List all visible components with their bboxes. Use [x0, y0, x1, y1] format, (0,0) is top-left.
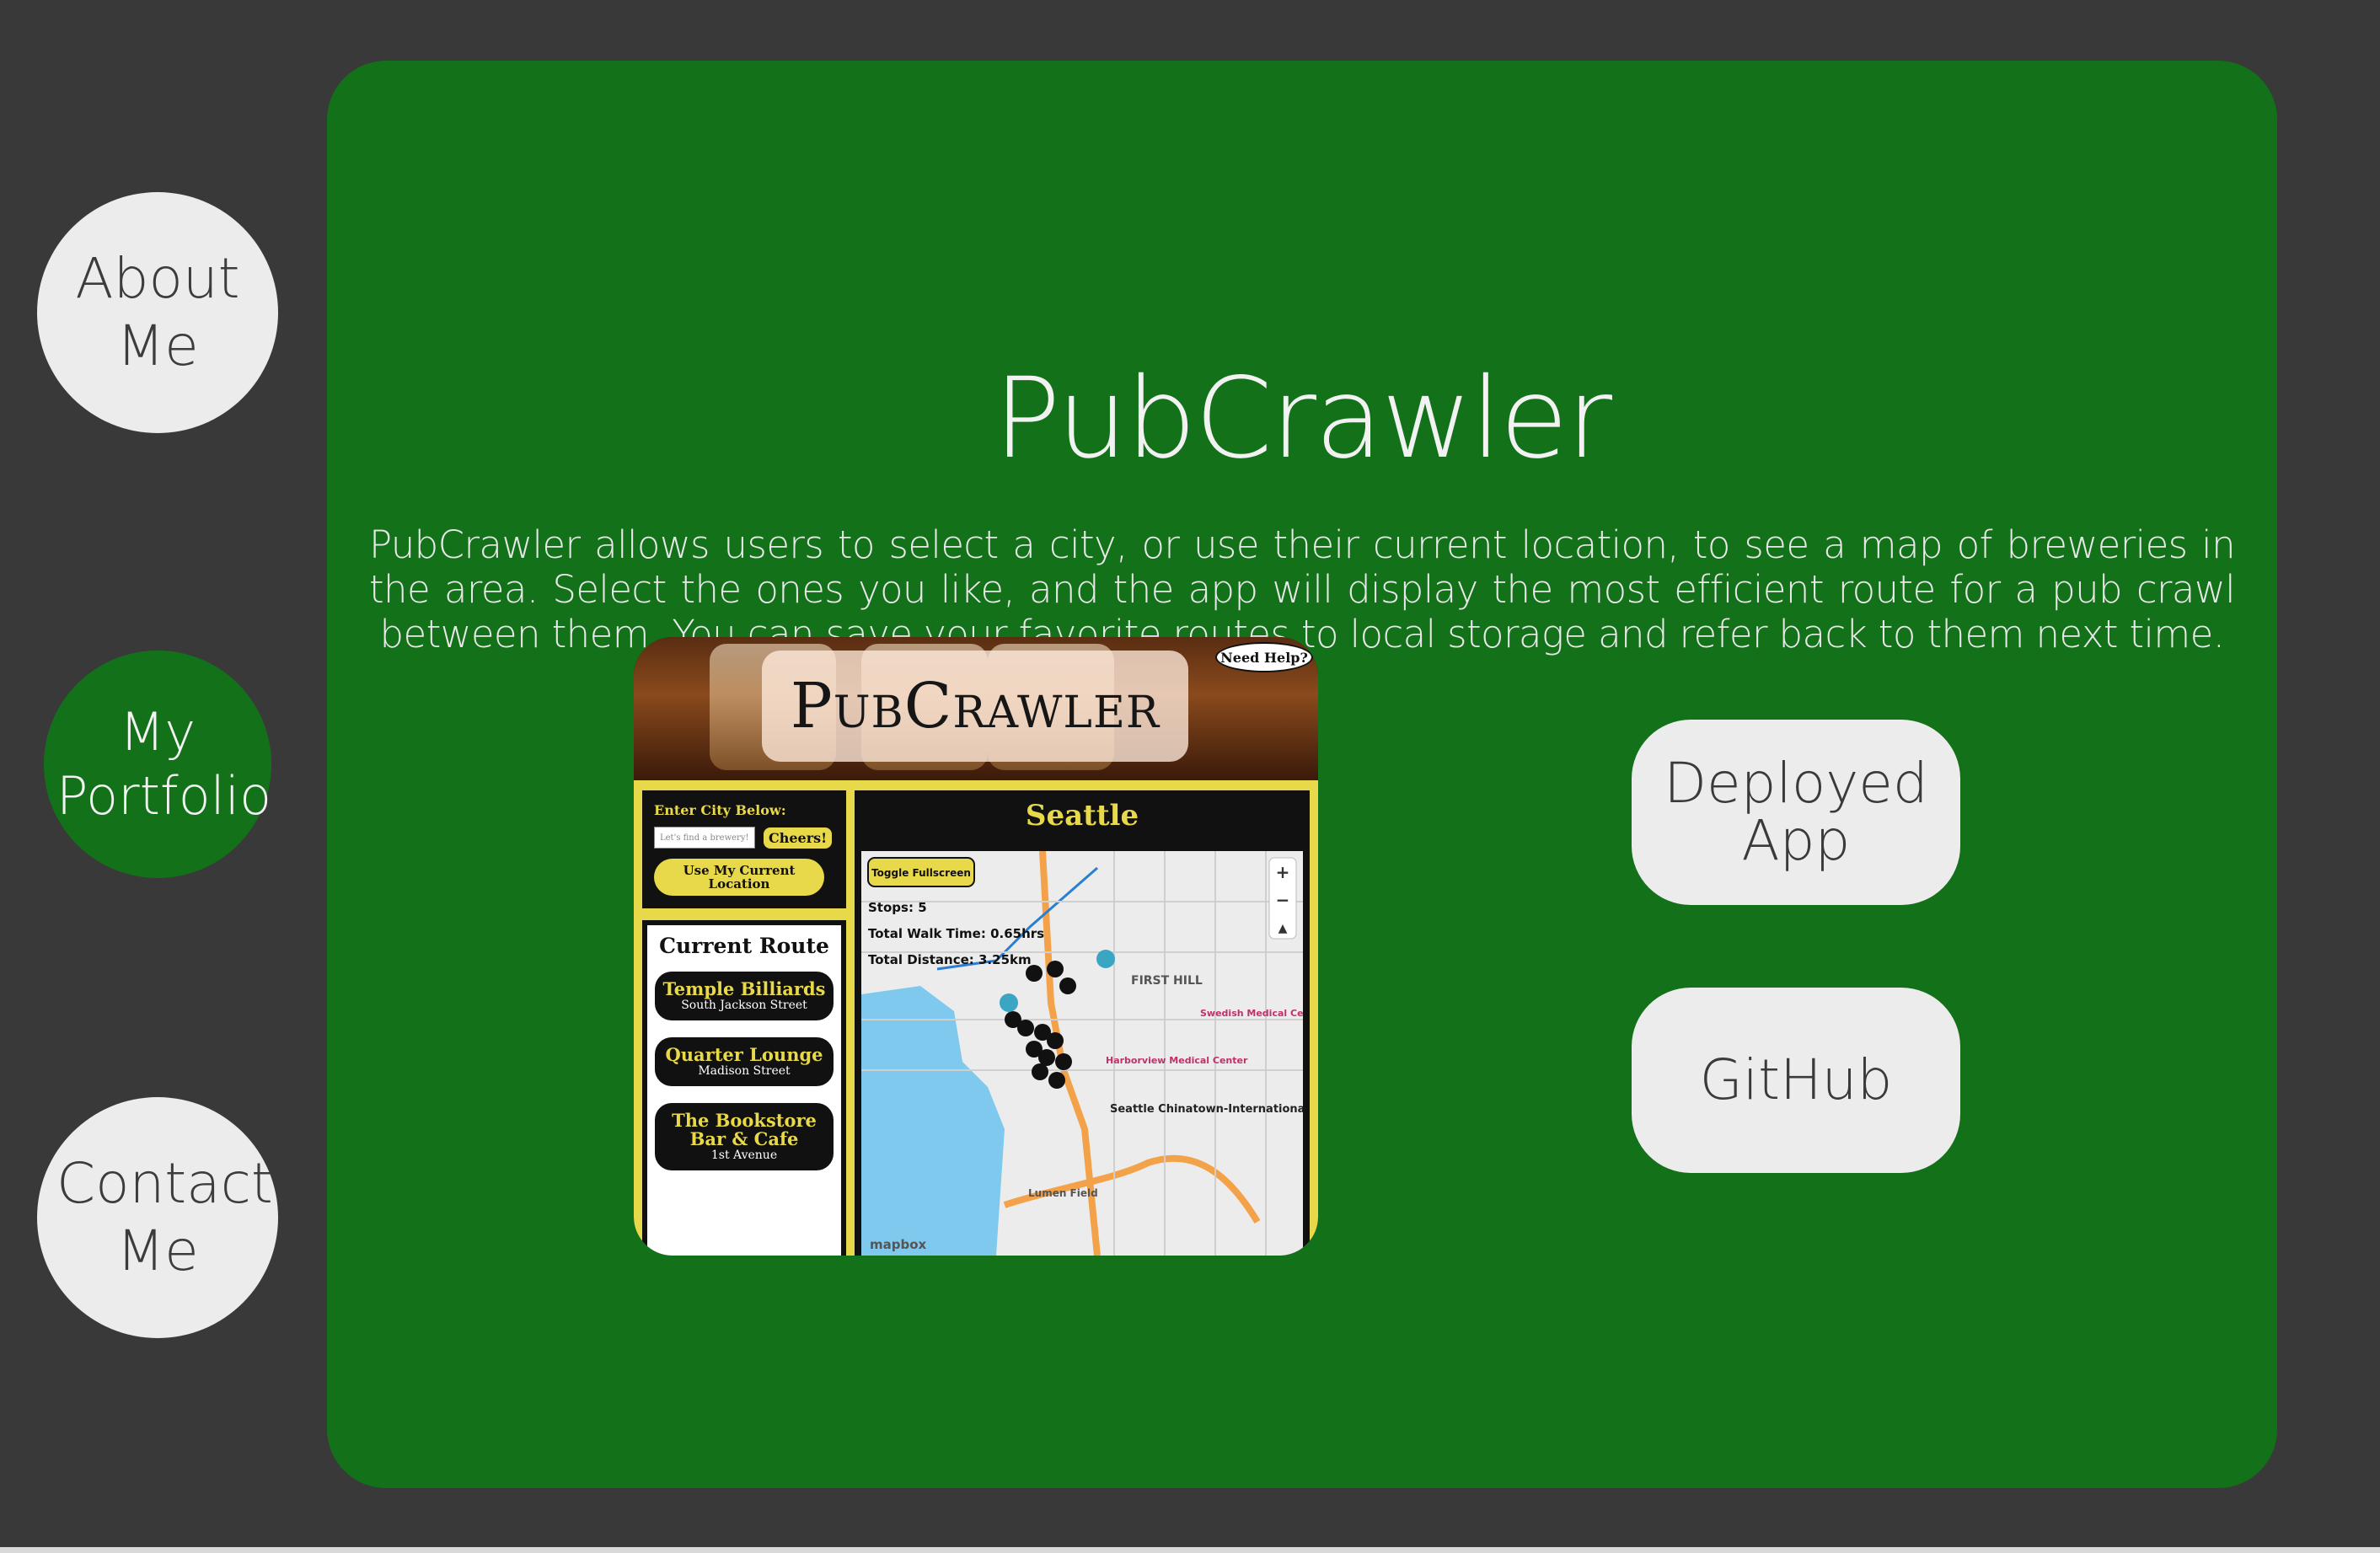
city-input: Let's find a brewery!	[654, 827, 755, 849]
route-item-name: Quarter Lounge	[665, 1044, 823, 1065]
route-item: Temple Billiards South Jackson Street	[655, 972, 834, 1020]
walk-time-label: Total Walk Time:	[868, 926, 986, 941]
map-label-lumen-field: Lumen Field	[1028, 1187, 1098, 1199]
svg-text:Total Walk Time: 0.65hrs: Total Walk Time: 0.65hrs	[868, 926, 1044, 941]
screenshot-header: PubCrawler Need Help?	[634, 637, 1318, 780]
project-screenshot: PubCrawler Need Help? Enter City Below: …	[634, 637, 1318, 1256]
svg-text:Total Distance: 3.25km: Total Distance: 3.25km	[868, 952, 1032, 967]
nav-contact-label: Contact Me	[56, 1150, 273, 1285]
route-item: The Bookstore Bar & Cafe 1st Avenue	[655, 1103, 834, 1170]
route-item: Quarter Lounge Madison Street	[655, 1037, 834, 1086]
map-panel: Seattle Toggle Fullscreen Stops: 5 Total…	[855, 790, 1310, 1256]
nav-contact-line2: Me	[116, 1218, 199, 1283]
map-label-swedish: Swedish Medical Center	[1200, 1008, 1303, 1019]
svg-text:+: +	[1276, 862, 1290, 882]
svg-text:▲: ▲	[1278, 922, 1288, 935]
cheers-button: Cheers!	[764, 827, 833, 849]
route-list: Current Route Temple Billiards South Jac…	[647, 925, 841, 1256]
city-search-row: Let's find a brewery! Cheers!	[654, 827, 834, 849]
nav-portfolio-line2: Portfolio	[56, 765, 272, 827]
screenshot-logo: PubCrawler	[762, 651, 1188, 762]
nav-contact-me[interactable]: Contact Me	[37, 1097, 278, 1338]
distance-label: Total Distance:	[868, 952, 974, 967]
route-item-name: The Bookstore Bar & Cafe	[672, 1110, 817, 1149]
github-label: GitHub	[1699, 1047, 1893, 1112]
deployed-app-line2: App	[1741, 808, 1851, 873]
map-toggle-fullscreen: Toggle Fullscreen	[871, 867, 971, 879]
nav-portfolio-label: My Portfolio	[56, 700, 272, 828]
city-label: Enter City Below:	[654, 802, 786, 818]
nav-about-line2: Me	[116, 313, 199, 378]
need-help-bubble: Need Help?	[1215, 642, 1313, 672]
route-item-address: Madison Street	[698, 1064, 791, 1078]
deployed-app-line1: Deployed	[1664, 751, 1928, 816]
map-label-first-hill: FIRST HILL	[1131, 974, 1203, 988]
map-city-title: Seattle	[1025, 799, 1139, 833]
nav-contact-line1: Contact	[56, 1151, 273, 1216]
mapbox-attribution: mapbox	[870, 1237, 927, 1252]
svg-text:−: −	[1276, 890, 1290, 910]
deployed-app-button[interactable]: Deployed App	[1632, 720, 1960, 905]
current-location-button: Use My Current Location	[654, 859, 824, 896]
route-item-address: 1st Avenue	[710, 1149, 778, 1162]
distance-value: 3.25km	[978, 952, 1032, 967]
bottom-strip	[0, 1547, 2380, 1553]
screenshot-body: Enter City Below: Let's find a brewery! …	[634, 780, 1318, 1256]
walk-time-value: 0.65hrs	[990, 926, 1044, 941]
route-title: Current Route	[659, 934, 829, 958]
city-search-panel: Enter City Below: Let's find a brewery! …	[642, 790, 846, 908]
stops-value: 5	[918, 900, 926, 915]
deployed-app-label: Deployed App	[1664, 755, 1928, 870]
project-title: PubCrawler	[993, 354, 1612, 484]
nav-portfolio-line1: My	[119, 701, 196, 763]
map-image: Toggle Fullscreen Stops: 5 Total Walk Ti…	[861, 851, 1303, 1256]
nav-about-label: About Me	[56, 245, 259, 380]
svg-text:Stops: 5: Stops: 5	[868, 900, 927, 915]
project-card: PubCrawler PubCrawler allows users to se…	[327, 61, 2277, 1488]
map-label-chinatown: Seattle Chinatown-International District	[1110, 1103, 1303, 1116]
current-route-panel: Current Route Temple Billiards South Jac…	[642, 920, 846, 1256]
route-item-name: Temple Billiards	[662, 978, 826, 999]
route-item-address: South Jackson Street	[681, 999, 807, 1012]
nav-my-portfolio[interactable]: My Portfolio	[44, 651, 271, 878]
nav-about-me[interactable]: About Me	[37, 192, 278, 433]
nav-about-line1: About	[75, 246, 240, 311]
github-button[interactable]: GitHub	[1632, 988, 1960, 1173]
map-label-harborview: Harborview Medical Center	[1106, 1055, 1248, 1066]
stops-label: Stops:	[868, 900, 914, 915]
